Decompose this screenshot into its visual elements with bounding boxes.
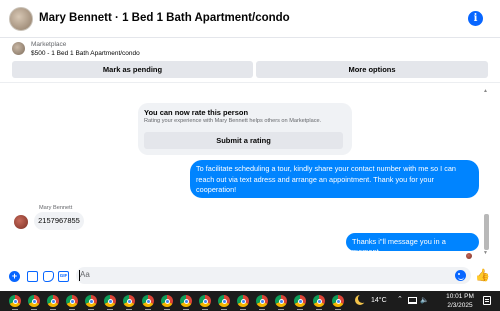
like-icon[interactable]: 👍 — [475, 268, 490, 282]
chrome-icon[interactable] — [85, 295, 97, 310]
outgoing-message[interactable]: To facilitate scheduling a tour, kindly … — [190, 160, 479, 198]
seen-indicator-avatar — [466, 253, 472, 259]
listing-thumbnail[interactable] — [12, 42, 25, 55]
rating-card: You can now rate this person Rating your… — [138, 103, 352, 155]
chrome-icon[interactable] — [218, 295, 230, 310]
chrome-icon[interactable] — [199, 295, 211, 310]
weather-temperature[interactable]: 14°C — [371, 297, 387, 304]
chrome-icon[interactable] — [66, 295, 78, 310]
scroll-up-arrow-icon[interactable]: ▲ — [483, 88, 488, 94]
chrome-icon[interactable] — [104, 295, 116, 310]
clock-time[interactable]: 10:01 PM — [443, 293, 477, 300]
submit-rating-button[interactable]: Submit a rating — [144, 132, 343, 149]
speaker-icon[interactable]: 🔈 — [420, 296, 429, 304]
chrome-icon[interactable] — [180, 295, 192, 310]
message-sender-name: Mary Bennett — [39, 205, 73, 211]
clock-date[interactable]: 2/3/2025 — [443, 302, 477, 309]
thread-scrollbar[interactable]: ▲ ▼ — [483, 88, 490, 256]
chrome-icon[interactable] — [256, 295, 268, 310]
weather-moon-icon[interactable] — [355, 294, 367, 305]
listing-title[interactable]: $500 - 1 Bed 1 Bath Apartment/condo — [31, 50, 140, 57]
listing-source: Marketplace — [31, 41, 67, 48]
incoming-message[interactable]: 2157967855 — [34, 212, 84, 230]
chrome-icon[interactable] — [313, 295, 325, 310]
sticker-icon[interactable] — [43, 271, 54, 282]
conversation-title[interactable]: Mary Bennett · 1 Bed 1 Bath Apartment/co… — [39, 12, 290, 24]
plus-icon[interactable]: + — [9, 271, 20, 282]
chrome-icon[interactable] — [28, 295, 40, 310]
show-hidden-icons-chevron-icon[interactable]: ⌃ — [397, 295, 403, 303]
chrome-icon[interactable] — [142, 295, 154, 310]
gif-icon[interactable]: GIF — [58, 271, 69, 282]
emoji-icon[interactable] — [455, 270, 466, 281]
message-input-placeholder: Aa — [80, 270, 90, 279]
message-input[interactable]: Aa — [76, 267, 471, 284]
chrome-icon[interactable] — [275, 295, 287, 310]
chrome-icon[interactable] — [161, 295, 173, 310]
image-icon[interactable] — [27, 271, 38, 282]
scroll-down-arrow-icon[interactable]: ▼ — [483, 250, 488, 256]
outgoing-message[interactable]: Thanks i"ll message you in a moment — [346, 233, 479, 256]
rating-card-subtitle: Rating your experience with Mary Bennett… — [144, 118, 322, 124]
chrome-icon[interactable] — [294, 295, 306, 310]
mark-as-pending-button[interactable]: Mark as pending — [12, 61, 253, 78]
network-icon[interactable] — [408, 297, 417, 304]
chrome-icon[interactable] — [9, 295, 21, 310]
conversation-header: Mary Bennett · 1 Bed 1 Bath Apartment/co… — [0, 0, 500, 38]
messenger-window: Mary Bennett · 1 Bed 1 Bath Apartment/co… — [0, 0, 500, 291]
scrollbar-thumb[interactable] — [484, 214, 489, 250]
chrome-icon[interactable] — [237, 295, 249, 310]
notifications-icon[interactable] — [483, 296, 491, 305]
rating-card-title: You can now rate this person — [144, 108, 249, 117]
contact-avatar[interactable] — [9, 7, 33, 31]
info-icon[interactable]: i — [468, 11, 483, 26]
more-options-button[interactable]: More options — [256, 61, 488, 78]
chrome-icon[interactable] — [332, 295, 344, 310]
chrome-icon[interactable] — [123, 295, 135, 310]
sender-avatar[interactable] — [14, 215, 28, 229]
chrome-icon[interactable] — [47, 295, 59, 310]
